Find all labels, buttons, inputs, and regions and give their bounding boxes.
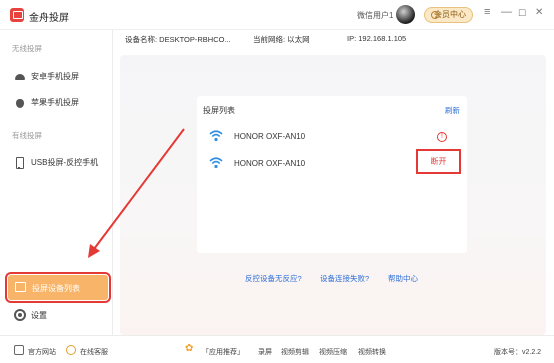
warning-icon[interactable]: ! xyxy=(437,132,447,142)
android-icon xyxy=(14,70,26,82)
version-label: 版本号：v2.2.2 xyxy=(494,349,542,356)
refresh-link[interactable]: 刷新 xyxy=(445,105,460,116)
help-link-no-response[interactable]: 反控设备无反应? xyxy=(245,273,302,284)
maximize-icon[interactable]: ☐ xyxy=(518,8,526,19)
help-center-link[interactable]: 帮助中心 xyxy=(388,273,418,284)
crown-icon xyxy=(431,11,439,19)
sidebar-item-device-list[interactable]: 投屏设备列表 xyxy=(5,272,111,303)
monitor-icon xyxy=(14,345,24,355)
video-edit-link[interactable]: 视频剪辑 xyxy=(281,347,309,357)
network-status: 当前网络: 以太网 xyxy=(253,35,310,44)
menu-icon[interactable]: ≡ xyxy=(484,6,490,18)
vip-center-button[interactable]: 会员中心 xyxy=(424,7,473,23)
sidebar-item-usb[interactable]: USB投屏-反控手机 xyxy=(0,153,113,171)
support-link[interactable]: 在线客服 xyxy=(80,347,108,357)
device-list-card: 投屏列表 刷新 HONOR OXF-AN10 ! HONOR OXF-AN10 xyxy=(197,96,467,253)
website-link[interactable]: 官方网站 xyxy=(28,347,56,357)
apps-recommend-label: 「应用推荐」 xyxy=(202,349,244,356)
sidebar-item-apple[interactable]: 苹果手机投屏 xyxy=(0,93,113,111)
apple-icon xyxy=(14,96,26,108)
connection-info-bar: 设备名称: DESKTOP-RBHCO... 当前网络: 以太网 IP: 192… xyxy=(113,30,554,48)
sidebar-item-label: USB投屏-反控手机 xyxy=(31,158,99,167)
minimize-icon[interactable]: — xyxy=(501,6,512,18)
list-item[interactable]: HONOR OXF-AN10 ! xyxy=(203,127,465,147)
sidebar-item-label: 设置 xyxy=(31,311,47,320)
close-icon[interactable]: ✕ xyxy=(535,7,543,18)
sidebar-item-label: 安卓手机投屏 xyxy=(31,72,79,81)
gear-icon xyxy=(14,309,26,321)
apps-icon: ✿ xyxy=(185,343,194,354)
video-compress-link[interactable]: 视频压缩 xyxy=(319,347,347,357)
disconnect-button[interactable]: 断开 xyxy=(416,149,461,174)
headset-icon xyxy=(66,345,76,355)
wifi-icon xyxy=(209,157,223,169)
user-name[interactable]: 微信用户1 xyxy=(357,10,393,21)
app-title: 金舟投屏 xyxy=(29,13,69,24)
device-name-label: HONOR OXF-AN10 xyxy=(234,132,306,141)
help-link-connect-failed[interactable]: 设备连接失败? xyxy=(320,273,369,284)
sidebar-item-settings[interactable]: 设置 xyxy=(0,306,113,324)
usb-icon xyxy=(14,156,26,169)
device-name: 设备名称: DESKTOP-RBHCO... xyxy=(125,35,231,44)
sidebar-item-android[interactable]: 安卓手机投屏 xyxy=(0,67,113,85)
avatar[interactable] xyxy=(396,5,415,24)
device-name-label: HONOR OXF-AN10 xyxy=(234,159,306,168)
video-convert-link[interactable]: 视频转换 xyxy=(358,347,386,357)
record-link[interactable]: 录屏 xyxy=(258,347,272,357)
title-bar: 金舟投屏 微信用户1 会员中心 ≡ — ☐ ✕ xyxy=(0,0,554,30)
screen-cast-icon xyxy=(15,282,26,292)
card-title: 投屏列表 xyxy=(203,106,235,115)
wifi-icon xyxy=(209,130,223,142)
bottom-bar: 官方网站 在线客服 ✿ 「应用推荐」 录屏 视频剪辑 视频压缩 视频转换 版本号… xyxy=(0,335,554,363)
sidebar-item-label: 苹果手机投屏 xyxy=(31,98,79,107)
sidebar-item-label: 投屏设备列表 xyxy=(32,284,80,293)
app-logo-icon xyxy=(10,8,24,22)
wired-section-label: 有线投屏 xyxy=(12,131,42,140)
ip-address: IP: 192.168.1.105 xyxy=(347,34,407,43)
wireless-section-label: 无线投屏 xyxy=(12,44,42,53)
